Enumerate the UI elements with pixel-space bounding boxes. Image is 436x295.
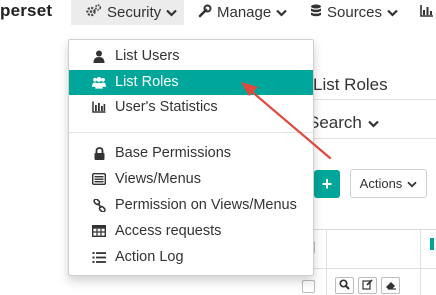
chevron-down-icon [387, 4, 398, 21]
chevron-down-icon [166, 4, 177, 21]
menu-item-action-log[interactable]: Action Log [69, 245, 313, 270]
eraser-icon [385, 277, 397, 295]
search-icon [339, 277, 350, 295]
actions-dropdown-button[interactable]: Actions [350, 169, 427, 198]
database-icon [310, 4, 322, 22]
menu-item-label: Views/Menus [115, 171, 201, 187]
add-record-button[interactable]: + [314, 170, 340, 198]
nav-sources-label: Sources [327, 4, 383, 21]
menu-item-access-requests[interactable]: Access requests [69, 219, 313, 244]
menu-item-label: Access requests [115, 223, 222, 239]
group-icon [92, 75, 106, 89]
brand-logo-text[interactable]: perset [0, 1, 52, 21]
menu-item-permission-on-views-menus[interactable]: Permission on Views/Menus [69, 193, 313, 218]
nav-security-label: Security [107, 4, 162, 21]
top-navbar: perset Security Manage Sources [0, 0, 436, 25]
edit-record-button[interactable] [358, 277, 377, 294]
nav-sources-menu[interactable]: Sources [308, 0, 398, 25]
search-toggle-label: Search [308, 113, 362, 132]
menu-item-label: List Users [115, 48, 180, 64]
table-icon [92, 224, 106, 238]
list-alt-icon [92, 172, 106, 186]
menu-item-list-users[interactable]: List Users [69, 44, 313, 69]
nav-manage-label: Manage [217, 4, 272, 21]
edit-icon [362, 277, 373, 295]
menu-divider [69, 132, 313, 133]
menu-item-label: Base Permissions [115, 145, 232, 161]
divider [313, 99, 436, 100]
row-select-checkbox[interactable] [302, 280, 315, 293]
page-title: List Roles [313, 75, 388, 94]
chevron-down-icon [368, 113, 379, 133]
menu-item-views-menus[interactable]: Views/Menus [69, 167, 313, 192]
nav-charts-menu[interactable] [418, 0, 434, 25]
bar-chart-icon [420, 4, 434, 21]
menu-item-label: Permission on Views/Menus [115, 197, 297, 213]
cogs-icon [85, 4, 102, 21]
lock-icon [92, 146, 106, 160]
divider [313, 138, 436, 139]
security-dropdown-menu: List Users List Roles User's Statistics … [68, 39, 314, 276]
sort-header-link[interactable] [430, 238, 434, 250]
link-icon [92, 198, 106, 212]
list-ol-icon [92, 250, 106, 264]
search-toggle[interactable]: Search [308, 113, 379, 133]
menu-item-base-permissions[interactable]: Base Permissions [69, 141, 313, 166]
menu-item-label: Action Log [115, 249, 184, 265]
nav-manage-menu[interactable]: Manage [196, 0, 287, 25]
show-record-button[interactable] [335, 277, 354, 294]
chevron-down-icon [276, 4, 287, 21]
nav-security-menu[interactable]: Security [71, 0, 184, 25]
menu-item-users-statistics[interactable]: User's Statistics [69, 95, 313, 120]
wrench-icon [198, 4, 212, 22]
actions-label: Actions [359, 176, 403, 191]
menu-item-list-roles[interactable]: List Roles [69, 70, 313, 95]
chevron-down-icon [407, 176, 417, 191]
user-icon [92, 49, 106, 63]
delete-record-button[interactable] [381, 277, 400, 294]
menu-item-label: List Roles [115, 74, 179, 90]
bar-chart-icon [92, 100, 106, 114]
table-column-divider [420, 229, 421, 295]
menu-item-label: User's Statistics [115, 99, 218, 115]
table-column-divider [326, 229, 327, 295]
table-row-divider [293, 268, 436, 269]
